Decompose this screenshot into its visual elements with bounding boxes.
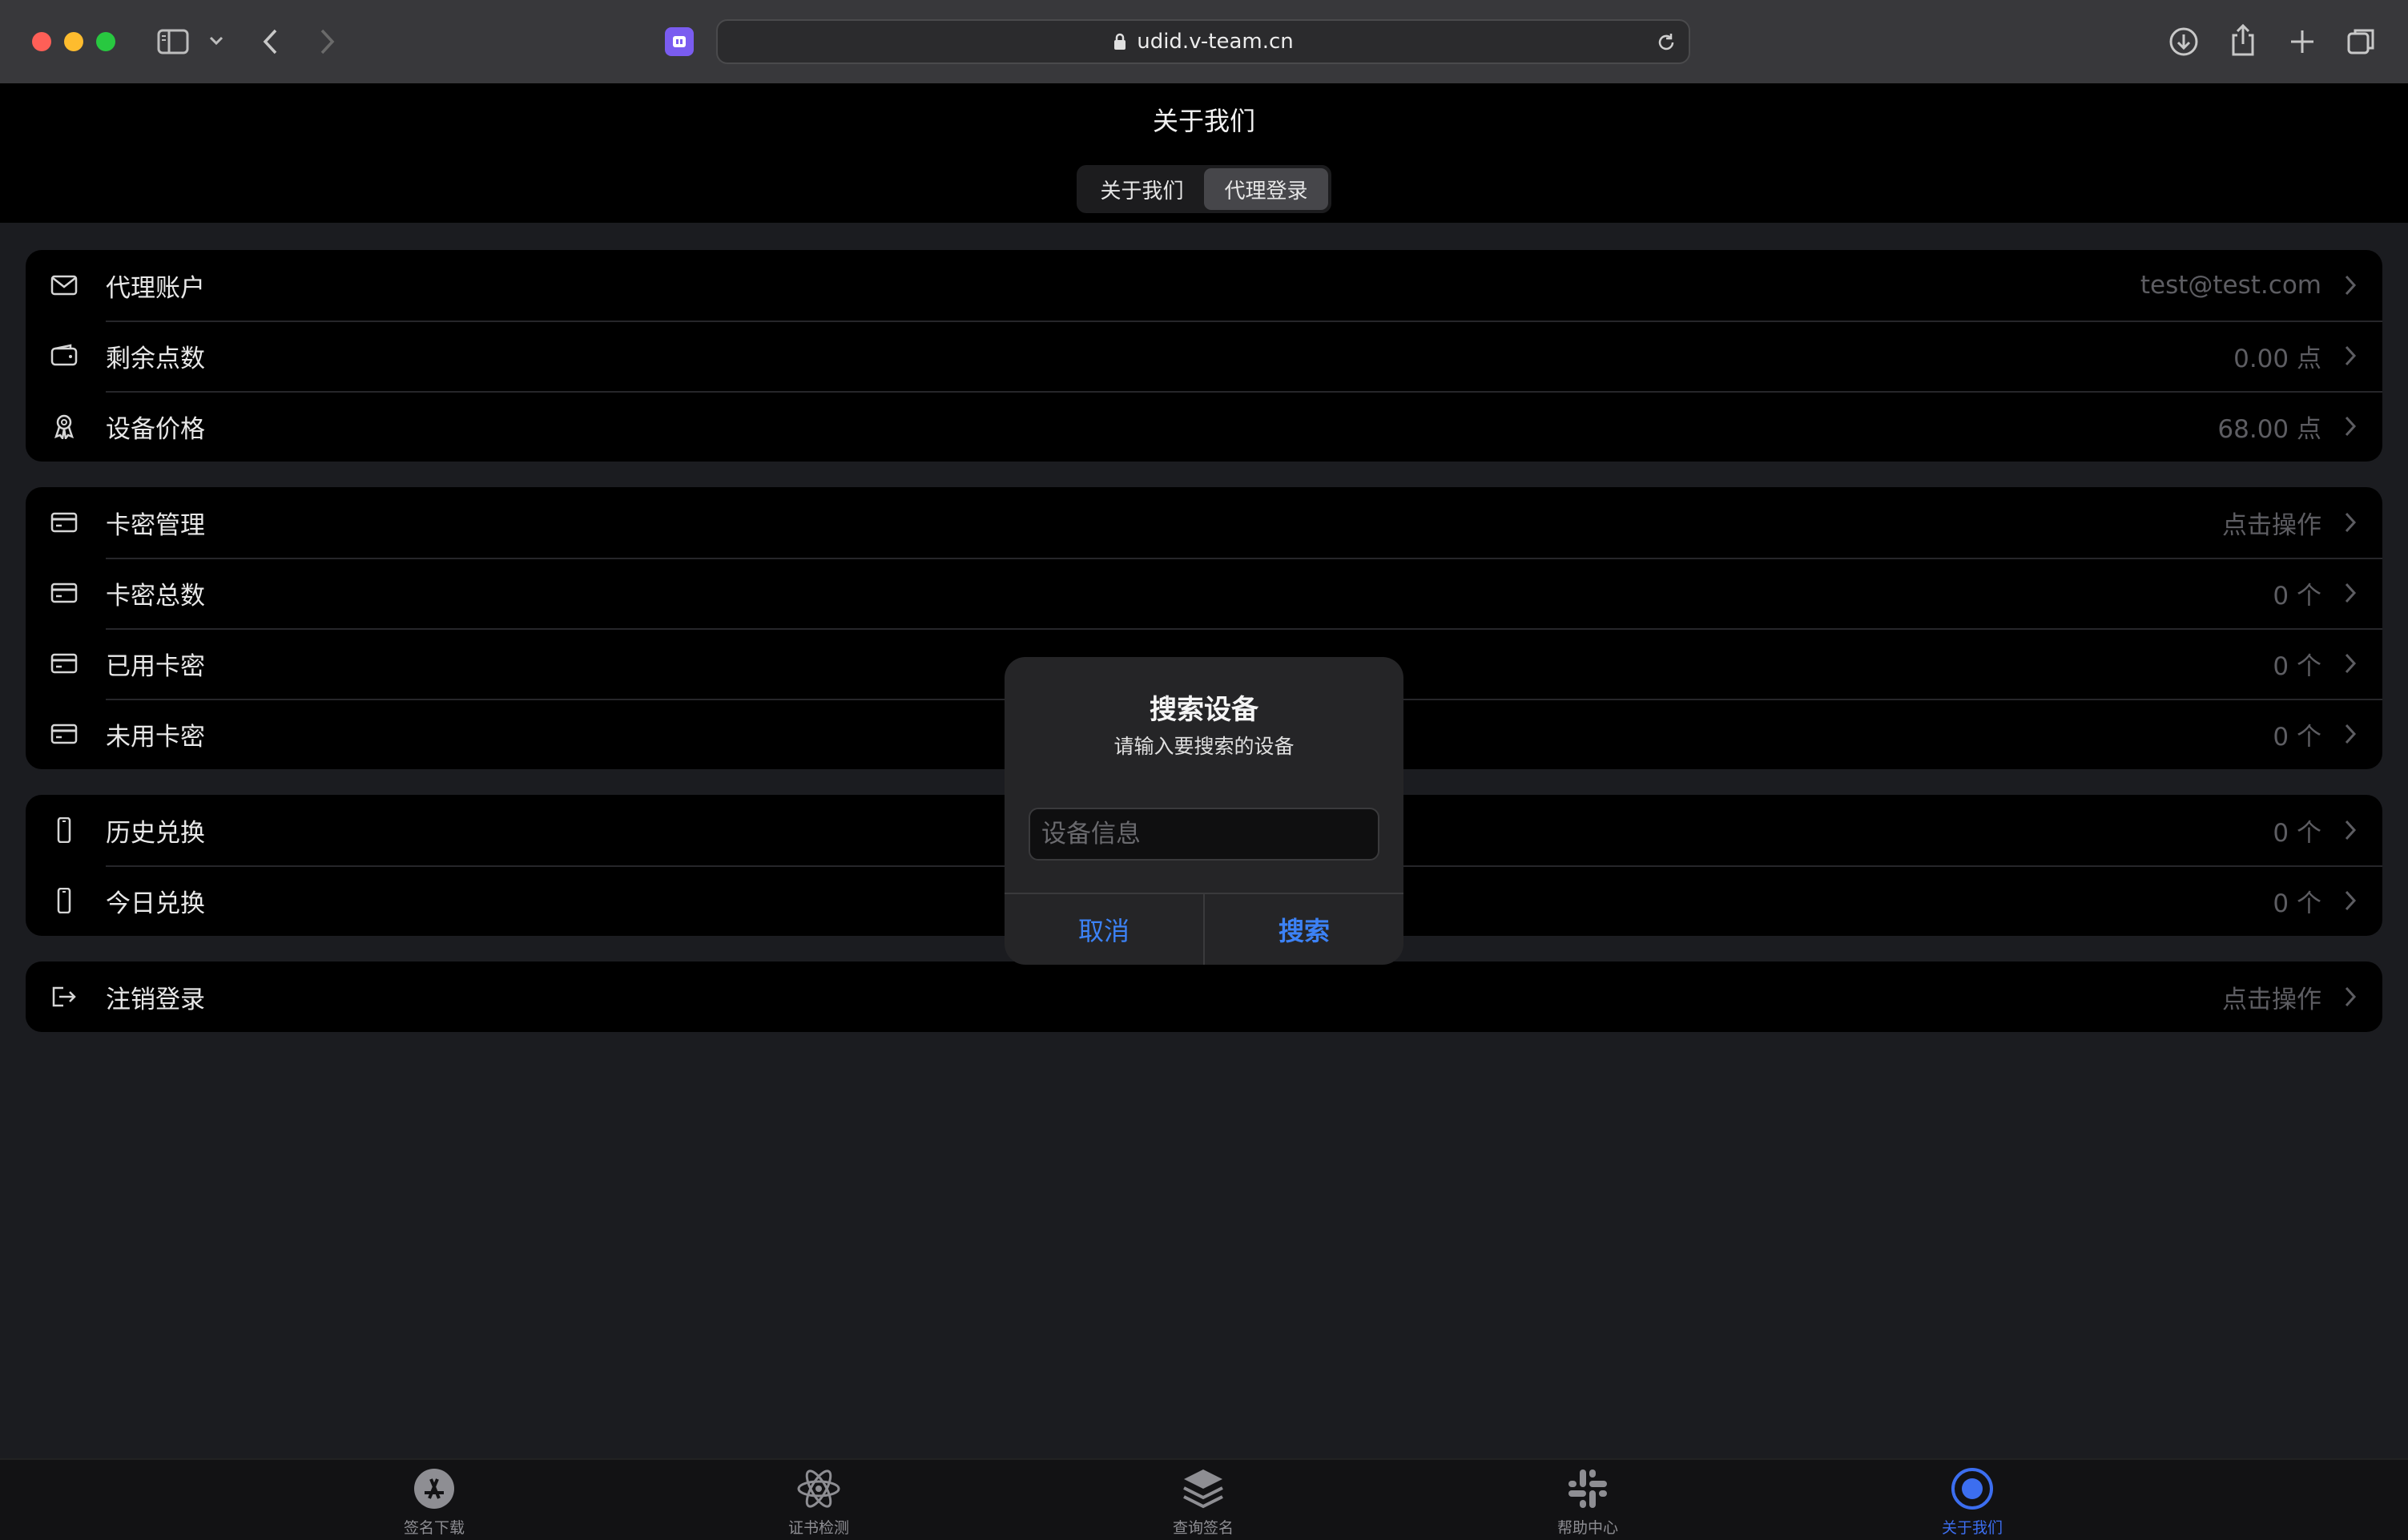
row-value: 0 个 xyxy=(2273,581,2321,611)
row-value: 点击操作 xyxy=(2222,985,2321,1014)
browser-toolbar: udid.v-team.cn xyxy=(0,0,2408,85)
segment-about-us[interactable]: 关于我们 xyxy=(1080,168,1204,210)
sidebar-toggle-icon[interactable] xyxy=(157,29,189,54)
chevron-right-icon xyxy=(2342,511,2358,534)
tab-sign-download[interactable]: 签名下载 xyxy=(354,1466,514,1538)
row-label: 历史兑换 xyxy=(106,818,205,848)
segmented-control: 关于我们 代理登录 xyxy=(1077,165,1331,213)
row-value: 68.00 点 xyxy=(2217,414,2321,444)
app-store-icon xyxy=(412,1466,457,1511)
target-icon xyxy=(1950,1466,1995,1511)
logout-icon xyxy=(50,984,79,1010)
back-icon[interactable] xyxy=(261,27,280,56)
minimize-window-button[interactable] xyxy=(64,32,83,51)
card-icon xyxy=(50,721,79,747)
row-label: 注销登录 xyxy=(106,985,205,1014)
row-value: 点击操作 xyxy=(2222,510,2321,540)
device-info-input[interactable] xyxy=(1029,808,1379,861)
chevron-right-icon xyxy=(2342,819,2358,841)
tab-query-sign[interactable]: 查询签名 xyxy=(1123,1466,1283,1538)
tab-label: 证书检测 xyxy=(787,1519,849,1537)
lock-icon xyxy=(1114,33,1126,50)
reload-icon[interactable] xyxy=(1655,31,1677,54)
card-icon xyxy=(50,510,79,535)
chevron-down-icon[interactable] xyxy=(208,35,224,46)
account-group: 代理账户 test@test.com 剩余点数 0.00 点 设备价格 68.0… xyxy=(26,250,2382,462)
mail-icon xyxy=(50,272,79,298)
tab-help-center[interactable]: 帮助中心 xyxy=(1508,1466,1668,1538)
search-button[interactable]: 搜索 xyxy=(1203,894,1403,965)
download-icon[interactable] xyxy=(2168,26,2200,58)
chevron-right-icon xyxy=(2342,582,2358,604)
row-label: 剩余点数 xyxy=(106,344,205,373)
chevron-right-icon xyxy=(2342,986,2358,1008)
url-text: udid.v-team.cn xyxy=(1137,30,1294,54)
card-icon xyxy=(50,580,79,606)
phone-icon xyxy=(50,888,79,913)
remaining-points-row[interactable]: 剩余点数 0.00 点 xyxy=(26,320,2382,391)
segment-agent-login[interactable]: 代理登录 xyxy=(1204,168,1328,210)
new-tab-icon[interactable] xyxy=(2288,27,2317,56)
phone-icon xyxy=(50,817,79,843)
tab-bar: 签名下载 证书检测 查询签名 帮助中心 关于我们 xyxy=(0,1458,2408,1540)
tab-cert-check[interactable]: 证书检测 xyxy=(739,1466,899,1538)
chevron-right-icon xyxy=(2342,723,2358,745)
share-icon[interactable] xyxy=(2229,22,2257,58)
tab-label: 查询签名 xyxy=(1172,1519,1234,1537)
layers-icon xyxy=(1181,1466,1226,1511)
extension-icon[interactable] xyxy=(665,27,694,56)
card-key-manage-row[interactable]: 卡密管理 点击操作 xyxy=(26,487,2382,558)
row-value: 0 个 xyxy=(2273,889,2321,918)
page-title: 关于我们 xyxy=(1152,106,1255,136)
chevron-right-icon xyxy=(2342,345,2358,367)
dialog-title: 搜索设备 xyxy=(1150,694,1258,726)
slack-icon xyxy=(1565,1466,1610,1511)
tab-about-us[interactable]: 关于我们 xyxy=(1892,1466,2052,1538)
tab-label: 帮助中心 xyxy=(1556,1519,1618,1537)
atom-icon xyxy=(796,1466,841,1511)
row-label: 今日兑换 xyxy=(106,889,205,918)
search-device-dialog: 搜索设备 请输入要搜索的设备 取消 搜索 xyxy=(1005,657,1403,965)
row-label: 代理账户 xyxy=(106,273,205,303)
row-label: 设备价格 xyxy=(106,414,205,444)
chevron-right-icon xyxy=(2342,415,2358,437)
cancel-button[interactable]: 取消 xyxy=(1005,894,1203,965)
row-value: 0 个 xyxy=(2273,722,2321,752)
row-label: 卡密总数 xyxy=(106,581,205,611)
card-icon xyxy=(50,651,79,676)
address-bar[interactable]: udid.v-team.cn xyxy=(716,19,1690,64)
device-price-row[interactable]: 设备价格 68.00 点 xyxy=(26,391,2382,462)
close-window-button[interactable] xyxy=(32,32,51,51)
row-label: 已用卡密 xyxy=(106,651,205,681)
chevron-right-icon xyxy=(2342,274,2358,296)
dialog-message: 请输入要搜索的设备 xyxy=(1113,735,1295,758)
tab-label: 关于我们 xyxy=(1941,1519,2003,1537)
chevron-right-icon xyxy=(2342,889,2358,912)
row-value: 0 个 xyxy=(2273,651,2321,681)
logout-row[interactable]: 注销登录 点击操作 xyxy=(26,961,2382,1032)
row-value: test@test.com xyxy=(2140,271,2321,300)
row-value: 0.00 点 xyxy=(2233,344,2321,373)
logout-group: 注销登录 点击操作 xyxy=(26,961,2382,1032)
tab-label: 签名下载 xyxy=(403,1519,465,1537)
row-value: 0 个 xyxy=(2273,818,2321,848)
row-label: 卡密管理 xyxy=(106,510,205,540)
row-label: 未用卡密 xyxy=(106,722,205,752)
ribbon-icon xyxy=(50,413,79,439)
forward-icon[interactable] xyxy=(317,27,336,56)
wallet-icon xyxy=(50,343,79,369)
zoom-window-button[interactable] xyxy=(96,32,115,51)
tab-overview-icon[interactable] xyxy=(2346,26,2378,58)
chevron-right-icon xyxy=(2342,652,2358,675)
agent-account-row[interactable]: 代理账户 test@test.com xyxy=(26,250,2382,320)
card-key-total-row[interactable]: 卡密总数 0 个 xyxy=(26,558,2382,628)
page-header: 关于我们 关于我们 代理登录 xyxy=(0,83,2408,223)
dialog-actions: 取消 搜索 xyxy=(1005,893,1403,965)
